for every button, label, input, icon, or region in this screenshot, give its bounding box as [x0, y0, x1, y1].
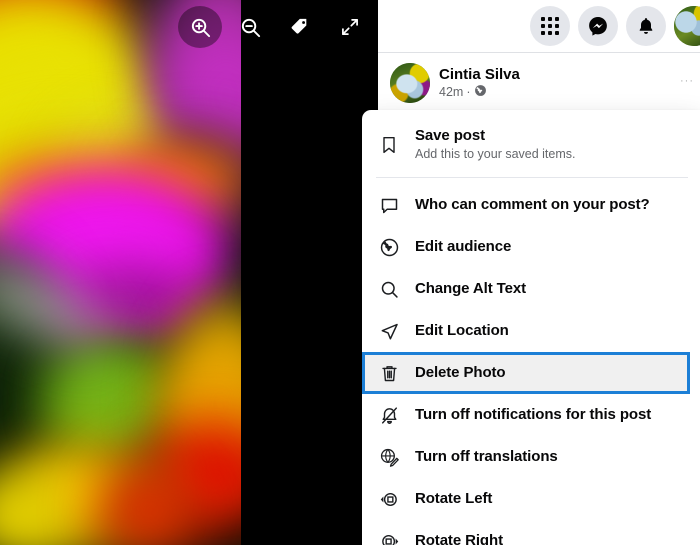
menu-item-label: Rotate Right: [415, 532, 503, 545]
global-header: [378, 0, 700, 53]
trash-icon: [376, 360, 402, 386]
menu-item-turn-off-notifications[interactable]: Turn off notifications for this post: [362, 394, 700, 436]
menu-item-label: Who can comment on your post?: [415, 196, 650, 213]
post-options-button[interactable]: ···: [680, 75, 694, 87]
globe-icon: [474, 84, 487, 102]
avatar[interactable]: [674, 6, 700, 46]
zoom-in-icon[interactable]: [178, 6, 222, 48]
separator: ·: [466, 85, 471, 99]
viewer-toolbar: [178, 6, 372, 48]
menu-item-label: Turn off notifications for this post: [415, 406, 652, 423]
expand-icon[interactable]: [328, 6, 372, 48]
menu-item-edit-location[interactable]: Edit Location: [362, 310, 700, 352]
photo-viewer: [0, 0, 378, 545]
comment-bubble-icon: [376, 192, 402, 218]
zoom-out-icon[interactable]: [228, 6, 272, 48]
menu-item-edit-audience[interactable]: Edit audience: [362, 226, 700, 268]
search-icon: [376, 276, 402, 302]
menu-item-label: Rotate Left: [415, 490, 493, 507]
menu-item-label: Save post: [415, 127, 485, 144]
menu-item-save-post[interactable]: Save post Add this to your saved items.: [362, 118, 700, 171]
menu-item-delete-photo[interactable]: Delete Photo: [362, 352, 690, 394]
menu-item-rotate-left[interactable]: Rotate Left: [362, 478, 700, 520]
globe-pencil-icon: [376, 444, 402, 470]
screenshot-root: Cintia Silva 42m · ··· Save post Add thi…: [0, 0, 700, 545]
bell-slash-icon: [376, 402, 402, 428]
grid-dots: [541, 17, 559, 35]
post-timestamp-row: 42m ·: [439, 84, 520, 102]
rotate-left-icon: [376, 486, 402, 512]
photo-image[interactable]: [0, 0, 241, 545]
menu-item-change-alt-text[interactable]: Change Alt Text: [362, 268, 700, 310]
post-author-avatar[interactable]: [390, 63, 430, 103]
tag-icon[interactable]: [278, 6, 322, 48]
menu-item-label: Change Alt Text: [415, 280, 527, 297]
messenger-icon[interactable]: [578, 6, 618, 46]
menu-item-turn-off-translations[interactable]: Turn off translations: [362, 436, 700, 478]
post-header: Cintia Silva 42m · ···: [378, 53, 700, 103]
notifications-bell-icon[interactable]: [626, 6, 666, 46]
menu-item-rotate-right[interactable]: Rotate Right: [362, 520, 700, 545]
location-arrow-icon: [376, 318, 402, 344]
photo-options-menu: Save post Add this to your saved items. …: [362, 110, 700, 545]
facebook-panel: Cintia Silva 42m · ··· Save post Add thi…: [362, 0, 700, 545]
post-author-name[interactable]: Cintia Silva: [439, 65, 520, 84]
menu-item-label: Edit audience: [415, 238, 512, 255]
menu-grid-icon[interactable]: [530, 6, 570, 46]
rotate-right-icon: [376, 528, 402, 545]
menu-divider: [376, 177, 688, 178]
menu-item-who-can-comment[interactable]: Who can comment on your post?: [362, 184, 700, 226]
menu-item-label: Edit Location: [415, 322, 509, 339]
menu-item-label: Delete Photo: [415, 364, 506, 381]
menu-item-sublabel: Add this to your saved items.: [415, 147, 576, 161]
post-time: 42m: [439, 85, 464, 99]
menu-item-label: Turn off translations: [415, 448, 558, 465]
globe-icon: [376, 234, 402, 260]
post-meta: Cintia Silva 42m ·: [439, 65, 520, 102]
bookmark-icon: [376, 132, 402, 158]
